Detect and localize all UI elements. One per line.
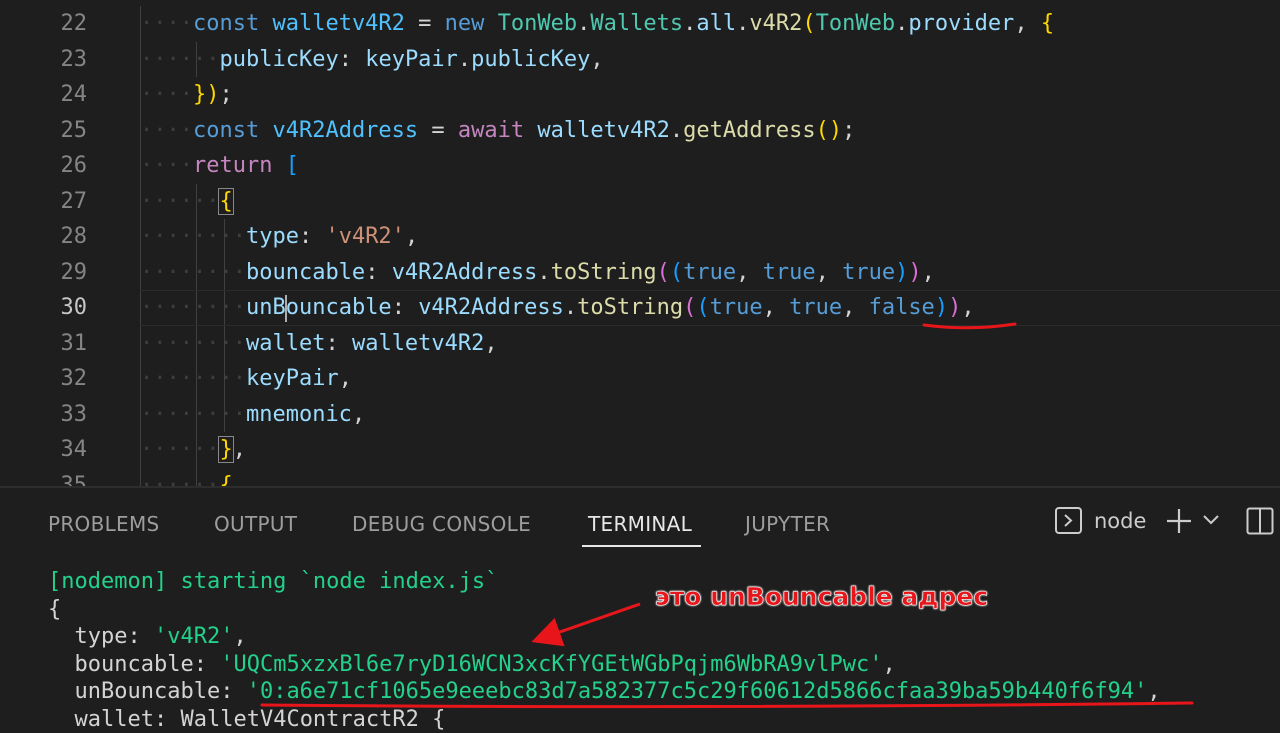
code-editor[interactable]: 22 ····const walletv4R2 = new TonWeb.Wal… <box>0 0 1280 486</box>
false-underline-annotation <box>922 322 1017 330</box>
bottom-panel: PROBLEMS OUTPUT DEBUG CONSOLE TERMINAL J… <box>0 488 1280 732</box>
arrow-annotation <box>260 602 1194 709</box>
annotation-label: это unBouncable адрес <box>655 582 989 612</box>
